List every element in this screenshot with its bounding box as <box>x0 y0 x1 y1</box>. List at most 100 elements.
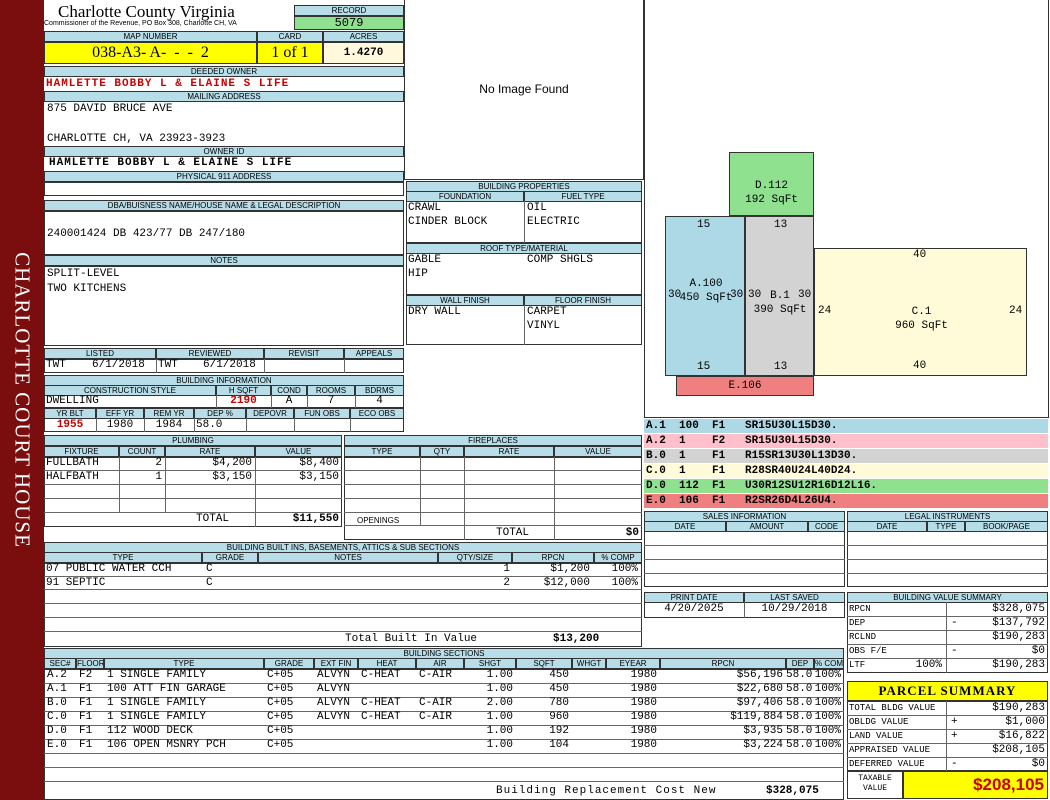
parcel-row-label: LAND VALUE <box>849 731 904 741</box>
vs-label: OBS F/E <box>849 646 887 656</box>
section-cell-dep: 58.0 <box>786 739 813 751</box>
sketch-area-d: D.112 192 SqFt <box>729 152 814 216</box>
sections-h-heat: HEAT <box>358 658 416 669</box>
parcel-summary-label: PARCEL SUMMARY <box>847 681 1048 701</box>
section-cell-extfin: ALVYN <box>317 683 351 695</box>
section-cell-heat: C-HEAT <box>361 697 401 709</box>
vs-label: DEP <box>849 618 866 628</box>
fireplace-h-rate: RATE <box>464 446 554 457</box>
fireplace-h-value: VALUE <box>554 446 642 457</box>
openings-label: OPENINGS <box>357 516 400 525</box>
section-cell-floor: F1 <box>79 683 93 695</box>
sections-h-grade: GRADE <box>264 658 314 669</box>
section-cell-dep: 58.0 <box>786 669 813 681</box>
bdrms-value: 4 <box>376 395 383 407</box>
segment-row: E.0 106 F1 R2SR26D4L26U4. <box>644 494 1048 508</box>
mailing-line-3: CHARLOTTE CH, VA 23923-3923 <box>47 133 226 145</box>
physical-address-label: PHYSICAL 911 ADDRESS <box>44 171 404 182</box>
section-cell-sec: A.2 <box>47 669 67 681</box>
section-cell-sec: B.0 <box>47 697 67 709</box>
section-cell-grade: C+05 <box>267 725 294 737</box>
vs-value: $328,075 <box>992 603 1045 615</box>
section-cell-type: 106 OPEN MSNRY PCH <box>107 739 226 751</box>
section-cell-floor: F2 <box>79 669 93 681</box>
section-cell-air: C-AIR <box>419 697 453 709</box>
builtin-comp: 100% <box>611 563 638 575</box>
mailing-address-label: MAILING ADDRESS <box>44 91 404 102</box>
foundation-2: CINDER BLOCK <box>408 216 488 228</box>
acres-value: 1.4270 <box>323 42 404 64</box>
notes-label: NOTES <box>44 255 404 266</box>
plumbing-value: $3,150 <box>299 471 339 483</box>
section-cell-shgt: 1.00 <box>486 683 513 695</box>
sections-h-dep: DEP <box>786 658 814 669</box>
notes-line-1: SPLIT-LEVEL <box>47 268 120 280</box>
section-cell-eyear: 1980 <box>630 683 657 695</box>
card-value: 1 of 1 <box>257 42 323 64</box>
plumbing-rate: $4,200 <box>212 457 252 469</box>
listed-by: TWT <box>46 359 66 371</box>
floor-finish-2: VINYL <box>527 320 561 332</box>
sections-h-extfin: EXT FIN <box>314 658 358 669</box>
section-cell-air: C-AIR <box>419 669 453 681</box>
last-saved: 10/29/2018 <box>761 603 828 615</box>
sketch-area-c: C.1 960 SqFt 40 40 24 24 <box>814 248 1027 376</box>
vs-label: LTF <box>849 660 866 670</box>
section-cell-comp: 100% <box>814 711 841 723</box>
section-cell-eyear: 1980 <box>630 697 657 709</box>
sections-h-whgt: WHGT <box>572 658 606 669</box>
section-cell-extfin: ALVYN <box>317 669 351 681</box>
commissioner-line: Commissioner of the Revenue, PO Box 308,… <box>44 20 237 27</box>
section-cell-eyear: 1980 <box>630 739 657 751</box>
parcel-row-value: $208,105 <box>992 744 1045 756</box>
builtin-rpcn: $1,200 <box>550 563 590 575</box>
print-date: 4/20/2025 <box>664 603 724 615</box>
record-value: 5079 <box>294 16 404 30</box>
section-cell-floor: F1 <box>79 711 93 723</box>
builtin-total-label: Total Built In Value <box>345 633 478 645</box>
floor-finish-1: CARPET <box>527 306 567 318</box>
plumbing-row: HALFBATH <box>46 471 99 483</box>
builtin-h-type: TYPE <box>44 552 202 563</box>
section-cell-shgt: 1.00 <box>486 739 513 751</box>
plumbing-count: 2 <box>155 457 162 469</box>
sections-h-shgt: SHGT <box>464 658 516 669</box>
appeals-label: APPEALS <box>344 348 404 359</box>
taxable-label-box: TAXABLE VALUE <box>847 771 903 799</box>
section-cell-comp: 100% <box>814 725 841 737</box>
plumbing-total: $11,550 <box>292 513 339 525</box>
section-cell-sec: A.1 <box>47 683 67 695</box>
plumbing-count: 1 <box>155 471 162 483</box>
roof-2: HIP <box>408 268 428 280</box>
cond-value: A <box>285 395 293 407</box>
sections-rule <box>44 781 844 782</box>
remyr-value: 1984 <box>155 419 183 431</box>
mailing-line-1: 875 DAVID BRUCE AVE <box>47 103 173 115</box>
deeded-owner-label: DEEDED OWNER <box>44 66 404 77</box>
sidebar-band: CHARLOTTE COURT HOUSE <box>0 0 44 800</box>
section-cell-heat: C-HEAT <box>361 711 401 723</box>
section-cell-sqft: 450 <box>549 683 569 695</box>
section-cell-grade: C+05 <box>267 711 294 723</box>
fireplace-total-label: TOTAL <box>496 527 530 539</box>
plumbing-h-rate: RATE <box>165 446 255 457</box>
sections-header: SEC# FLOOR TYPE GRADE EXT FIN HEAT AIR SHGT SQFT… <box>44 658 844 669</box>
fireplace-total: $0 <box>625 527 639 539</box>
section-cell-floor: F1 <box>79 697 93 709</box>
parcel-row-label: OBLDG VALUE <box>849 717 909 727</box>
roof-box <box>406 253 642 295</box>
dba-label: DBA/BUISNESS NAME/HOUSE NAME & LEGAL DES… <box>44 200 404 211</box>
plumbing-total-label: TOTAL <box>196 513 230 525</box>
rooms-value: 7 <box>327 395 335 407</box>
parcel-row-label: TOTAL BLDG VALUE <box>849 703 936 713</box>
sections-h-sec: SEC# <box>44 658 76 669</box>
section-cell-rpcn: $56,196 <box>736 669 783 681</box>
section-cell-sqft: 192 <box>549 725 569 737</box>
sketch-area-b: B.1 390 SqFt 13 13 30 30 <box>745 216 814 376</box>
section-cell-rpcn: $119,884 <box>730 711 783 723</box>
vs-label: RCLND <box>849 632 877 642</box>
plumbing-h-count: COUNT <box>119 446 165 457</box>
owner-id: HAMLETTE BOBBY L & ELAINE S LIFE <box>49 157 293 169</box>
county-title: Charlotte County Virginia <box>58 2 235 21</box>
revisit-label: REVISIT <box>264 348 344 359</box>
